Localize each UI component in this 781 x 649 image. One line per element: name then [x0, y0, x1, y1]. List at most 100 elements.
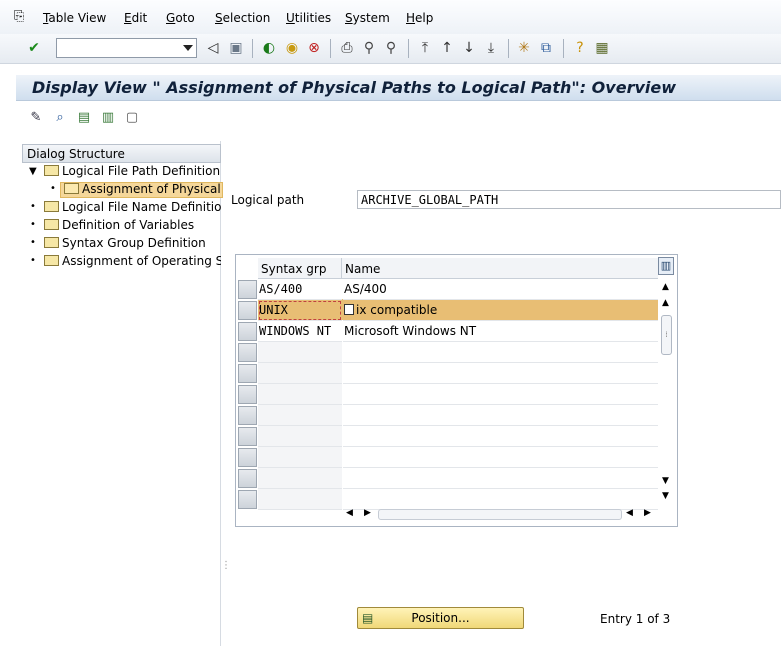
select-block-icon[interactable]: ▥ — [100, 110, 116, 126]
menu-utilities-accel: U — [286, 11, 295, 25]
cell-syntax-grp-selected[interactable]: UNIX — [258, 300, 342, 321]
row-selector[interactable] — [238, 406, 257, 425]
print-icon[interactable]: ⎙ — [339, 40, 355, 56]
menu-help[interactable]: Help — [406, 11, 433, 25]
scroll-page-down-icon[interactable]: ▼ — [662, 476, 669, 486]
menu-help-label: elp — [415, 11, 434, 25]
tree-node-label: Syntax Group Definition — [62, 236, 206, 250]
empty-cell[interactable] — [258, 405, 342, 426]
back-icon[interactable]: ◐ — [261, 40, 277, 56]
row-selector[interactable] — [238, 469, 257, 488]
empty-cell[interactable] — [258, 468, 342, 489]
logical-path-value: ARCHIVE_GLOBAL_PATH — [361, 193, 499, 207]
menu-system[interactable]: System — [345, 11, 390, 25]
scroll-left-icon[interactable]: ◀ — [346, 508, 353, 518]
empty-cell[interactable] — [343, 405, 658, 426]
shortcut-icon[interactable]: ⧉ — [538, 40, 554, 56]
menu-edit-label: dit — [131, 11, 148, 25]
save-icon[interactable]: ▣ — [228, 40, 244, 56]
row-selector[interactable] — [238, 343, 257, 362]
row-selector[interactable] — [238, 427, 257, 446]
tree-node-os-assignment[interactable]: Assignment of Operating System to Syntax… — [44, 254, 221, 268]
scroll-down-icon[interactable]: ▼ — [662, 491, 669, 501]
menu-goto[interactable]: Goto — [166, 11, 195, 25]
tree-node-definition-variables[interactable]: Definition of Variables — [44, 218, 221, 232]
menu-selection[interactable]: Selection — [215, 11, 270, 25]
empty-cell[interactable] — [258, 447, 342, 468]
row-selector[interactable] — [238, 322, 257, 341]
empty-cell[interactable] — [343, 384, 658, 405]
next-page-icon[interactable]: ↓ — [461, 40, 477, 56]
find-next-icon[interactable]: ⚲ — [383, 40, 399, 56]
logical-path-field[interactable]: ARCHIVE_GLOBAL_PATH — [357, 190, 781, 209]
first-page-icon[interactable]: ⤒ — [417, 40, 433, 56]
prev-entry-icon[interactable]: ◁ — [205, 40, 221, 56]
row-selector[interactable] — [238, 490, 257, 509]
prev-page-icon[interactable]: ↑ — [439, 40, 455, 56]
help-icon[interactable]: ? — [572, 40, 588, 56]
enter-icon[interactable]: ✔ — [26, 40, 42, 56]
menu-edit[interactable]: Edit — [124, 11, 147, 25]
details-icon[interactable]: ⌕ — [52, 110, 68, 126]
deselect-all-icon[interactable]: ▢ — [124, 110, 140, 126]
empty-cell[interactable] — [343, 489, 658, 510]
row-selector[interactable] — [238, 385, 257, 404]
row-selector[interactable] — [238, 301, 257, 320]
row-selector[interactable] — [238, 364, 257, 383]
menu-table-view[interactable]: Table View — [43, 11, 106, 25]
empty-cell[interactable] — [343, 447, 658, 468]
empty-cell[interactable] — [258, 384, 342, 405]
system-menu-icon[interactable]: ⎘ — [14, 9, 24, 24]
empty-cell[interactable] — [343, 468, 658, 489]
cell-name[interactable]: AS/400 — [343, 279, 658, 300]
cell-name[interactable]: ix compatible — [343, 300, 658, 321]
cancel-icon[interactable]: ⊗ — [306, 40, 322, 56]
horizontal-scrollbar[interactable]: ◀ ▶ ◀ ▶ — [342, 508, 660, 522]
last-page-icon[interactable]: ⤓ — [483, 40, 499, 56]
row-selector[interactable] — [238, 280, 257, 299]
tree-node-logical-file-name[interactable]: Logical File Name Definition, Cross-Clie… — [44, 200, 221, 214]
column-header-syntax-grp[interactable]: Syntax grp — [258, 258, 342, 279]
logical-path-label: Logical path — [231, 193, 305, 207]
find-icon[interactable]: ⚲ — [361, 40, 377, 56]
scroll-left-icon[interactable]: ◀ — [626, 508, 633, 518]
chevron-down-icon[interactable] — [183, 45, 193, 51]
new-session-icon[interactable]: ✳ — [516, 40, 532, 56]
empty-cell[interactable] — [343, 363, 658, 384]
menu-utilities[interactable]: Utilities — [286, 11, 331, 25]
tree-node-syntax-group[interactable]: Syntax Group Definition — [44, 236, 221, 250]
tree-node-logical-file-path[interactable]: Logical File Path Definition — [44, 164, 220, 178]
tree-node-assignment-physical-paths[interactable]: Assignment of Physical Paths to Logical … — [64, 182, 221, 196]
scroll-thumb[interactable]: ⁞ — [661, 315, 672, 355]
cell-syntax-grp[interactable]: WINDOWS NT — [258, 321, 342, 342]
empty-cell[interactable] — [258, 489, 342, 510]
splitter-handle[interactable]: ⋮ — [221, 560, 231, 571]
empty-cell[interactable] — [258, 342, 342, 363]
cell-name[interactable]: Microsoft Windows NT — [343, 321, 658, 342]
scroll-right-icon[interactable]: ▶ — [364, 508, 371, 518]
expand-triangle-icon[interactable]: ▼ — [29, 166, 37, 177]
position-button[interactable]: ▤ Position... — [357, 607, 524, 629]
exit-icon[interactable]: ◉ — [284, 40, 300, 56]
select-all-icon[interactable]: ▤ — [76, 110, 92, 126]
empty-cell[interactable] — [258, 426, 342, 447]
cell-syntax-grp[interactable]: AS/400 — [258, 279, 342, 300]
row-selector[interactable] — [238, 448, 257, 467]
empty-cell[interactable] — [258, 363, 342, 384]
menu-goto-accel: G — [166, 11, 176, 25]
command-field[interactable] — [56, 38, 197, 58]
empty-cell[interactable] — [343, 342, 658, 363]
display-change-icon[interactable]: ✎ — [28, 110, 44, 126]
layout-icon[interactable]: ▦ — [594, 40, 610, 56]
folder-icon — [44, 237, 59, 248]
scroll-thumb-horizontal[interactable] — [378, 509, 622, 520]
copy-icon[interactable] — [344, 304, 354, 315]
table-settings-icon[interactable]: ▥ — [658, 257, 674, 275]
column-header-name[interactable]: Name — [342, 258, 658, 279]
scroll-page-up-icon[interactable]: ▲ — [662, 298, 669, 308]
scroll-up-icon[interactable]: ▲ — [662, 282, 669, 292]
menu-selection-label: election — [222, 11, 271, 25]
empty-cell[interactable] — [343, 426, 658, 447]
vertical-scrollbar[interactable]: ▲ ▲ ⁞ ▼ ▼ — [660, 282, 674, 507]
scroll-right-icon[interactable]: ▶ — [644, 508, 651, 518]
